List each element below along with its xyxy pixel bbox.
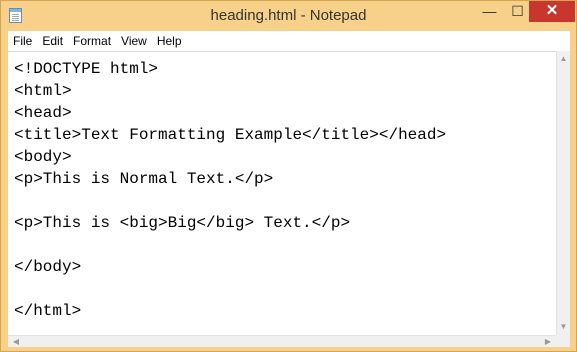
menu-help[interactable]: Help [152,31,187,51]
title-bar[interactable]: heading.html - Notepad — ☐ ✕ [1,1,576,31]
menu-file[interactable]: File [8,31,37,51]
vertical-scrollbar[interactable]: ▲ ▼ [556,51,570,335]
menu-bar: File Edit Format View Help [8,31,570,51]
editor-line: </body> [14,258,82,276]
editor-line: <p>This is <big>Big</big> Text.</p> [14,214,351,232]
editor-line: <!DOCTYPE html> [14,60,159,78]
scroll-down-arrow-icon[interactable]: ▼ [557,320,570,334]
editor-line: <html> [14,82,72,100]
editor-line: </html> [14,302,82,320]
scroll-right-arrow-icon[interactable]: ▶ [541,336,555,347]
maximize-button[interactable]: ☐ [504,1,531,22]
menu-edit[interactable]: Edit [37,31,68,51]
menu-view[interactable]: View [116,31,152,51]
minimize-button[interactable]: — [476,1,503,22]
scrollbar-corner [556,335,570,347]
text-editor[interactable]: <!DOCTYPE html> <html> <head> <title>Text F… [8,51,556,335]
editor-content[interactable]: <!DOCTYPE html> <html> <head> <title>Text F… [8,52,556,322]
close-button[interactable]: ✕ [529,1,575,22]
notepad-window: heading.html - Notepad — ☐ ✕ File Edit For… [0,0,577,352]
scroll-left-arrow-icon[interactable]: ◀ [9,336,23,347]
editor-line: <title>Text Formatting Example</title></… [14,126,447,144]
menu-format[interactable]: Format [68,31,116,51]
scroll-up-arrow-icon[interactable]: ▲ [557,52,570,66]
horizontal-scrollbar[interactable]: ◀ ▶ [8,335,556,347]
editor-line: <body> [14,148,72,166]
editor-line: <p>This is Normal Text.</p> [14,170,274,188]
editor-line: <head> [14,104,72,122]
